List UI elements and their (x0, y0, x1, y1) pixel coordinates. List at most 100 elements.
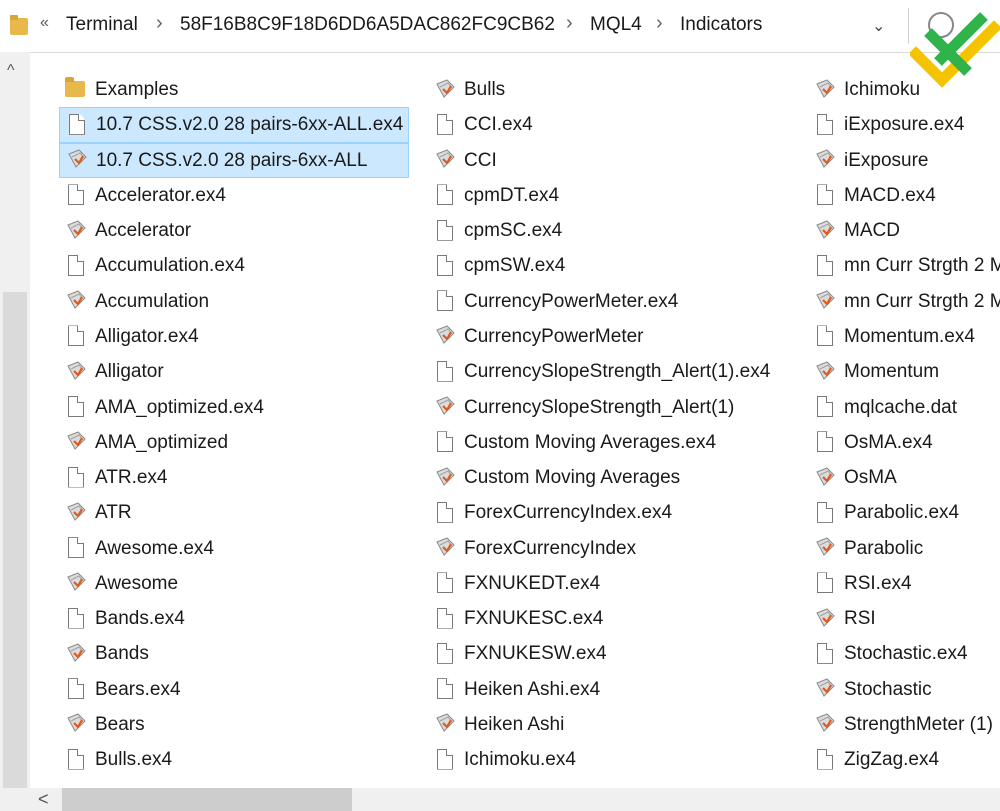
file-item[interactable]: StrengthMeter (1) (808, 707, 1000, 742)
file-icon (434, 430, 456, 454)
file-item[interactable]: Accelerator (59, 213, 409, 248)
file-icon (434, 501, 456, 525)
file-item[interactable]: AMA_optimized (59, 425, 409, 460)
file-item[interactable]: mn Curr Strgth 2 M (808, 248, 1000, 283)
file-item[interactable]: Momentum.ex4 (808, 319, 1000, 354)
file-item[interactable]: Accumulation (59, 284, 409, 319)
file-name: cpmDT.ex4 (464, 184, 560, 206)
file-icon (434, 289, 456, 313)
file-item[interactable]: Custom Moving Averages (428, 460, 798, 495)
file-item[interactable]: 10.7 CSS.v2.0 28 pairs-6xx-ALL.ex4 (59, 107, 409, 143)
file-icon (65, 607, 87, 631)
file-item[interactable]: OsMA.ex4 (808, 425, 1000, 460)
file-item[interactable]: FXNUKESW.ex4 (428, 636, 798, 671)
file-item[interactable]: Custom Moving Averages.ex4 (428, 425, 798, 460)
file-item[interactable]: Bulls (428, 72, 798, 107)
mq4-icon (434, 395, 456, 419)
file-item[interactable]: Awesome.ex4 (59, 530, 409, 565)
file-item[interactable]: cpmDT.ex4 (428, 178, 798, 213)
file-item[interactable]: Ichimoku.ex4 (428, 742, 798, 777)
file-item[interactable]: ZigZag.ex4 (808, 742, 1000, 777)
file-name: Ichimoku.ex4 (464, 749, 576, 771)
file-item[interactable]: CurrencySlopeStrength_Alert(1).ex4 (428, 354, 798, 389)
file-item[interactable]: CurrencyPowerMeter.ex4 (428, 284, 798, 319)
breadcrumb-separator-icon[interactable]: › (566, 12, 573, 35)
file-item[interactable]: iExposure.ex4 (808, 107, 1000, 142)
mq4-icon (65, 501, 87, 525)
file-item[interactable]: Examples (59, 72, 409, 107)
scrollbar-corner (0, 788, 30, 811)
file-item[interactable]: Heiken Ashi.ex4 (428, 672, 798, 707)
file-item[interactable]: Bands (59, 636, 409, 671)
file-item[interactable]: cpmSW.ex4 (428, 248, 798, 283)
file-item[interactable]: CurrencySlopeStrength_Alert(1) (428, 389, 798, 424)
file-icon (434, 360, 456, 384)
file-item[interactable]: Accumulation.ex4 (59, 248, 409, 283)
file-item[interactable]: Bears.ex4 (59, 672, 409, 707)
breadcrumb-terminal[interactable]: Terminal (66, 14, 138, 36)
vertical-scroll-thumb[interactable] (3, 292, 27, 788)
mq4-icon (814, 360, 836, 384)
file-item[interactable]: FXNUKESC.ex4 (428, 601, 798, 636)
file-icon (65, 466, 87, 490)
breadcrumb-overflow-icon[interactable]: « (40, 14, 49, 32)
file-name: Alligator.ex4 (95, 325, 199, 347)
file-item[interactable]: RSI (808, 601, 1000, 636)
file-item[interactable]: ForexCurrencyIndex.ex4 (428, 495, 798, 530)
file-name: Bulls.ex4 (95, 749, 173, 771)
file-item[interactable]: Momentum (808, 354, 1000, 389)
file-item[interactable]: CurrencyPowerMeter (428, 319, 798, 354)
breadcrumb-terminal-id[interactable]: 58F16B8C9F18D6DD6A5DAC862FC9CB62 (180, 14, 555, 36)
file-item[interactable]: ATR.ex4 (59, 460, 409, 495)
scroll-up-icon[interactable]: ^ (7, 62, 15, 80)
scroll-left-icon[interactable]: < (38, 789, 49, 810)
file-item[interactable]: 10.7 CSS.v2.0 28 pairs-6xx-ALL (59, 142, 409, 178)
file-item[interactable]: FXNUKEDT.ex4 (428, 566, 798, 601)
file-item[interactable]: Parabolic.ex4 (808, 495, 1000, 530)
file-item[interactable]: RSI.ex4 (808, 566, 1000, 601)
file-item[interactable]: mn Curr Strgth 2 M (808, 284, 1000, 319)
file-item[interactable]: ForexCurrencyIndex (428, 530, 798, 565)
mq4-icon (434, 536, 456, 560)
file-item[interactable]: mqlcache.dat (808, 389, 1000, 424)
breadcrumb-mql4[interactable]: MQL4 (590, 14, 642, 36)
file-item[interactable]: Ichimoku (808, 72, 1000, 107)
file-item[interactable]: ATR (59, 495, 409, 530)
file-item[interactable]: Bands.ex4 (59, 601, 409, 636)
file-item[interactable]: MACD (808, 213, 1000, 248)
file-item[interactable]: Alligator (59, 354, 409, 389)
file-item[interactable]: Stochastic.ex4 (808, 636, 1000, 671)
file-icon (814, 748, 836, 772)
file-item[interactable]: iExposure (808, 143, 1000, 178)
file-item[interactable]: AMA_optimized.ex4 (59, 389, 409, 424)
file-item[interactable]: OsMA (808, 460, 1000, 495)
file-icon (434, 748, 456, 772)
breadcrumb-indicators[interactable]: Indicators (680, 14, 762, 36)
file-item[interactable]: Parabolic (808, 530, 1000, 565)
file-name: RSI (844, 608, 876, 630)
file-item[interactable]: Stochastic (808, 672, 1000, 707)
file-icon (814, 183, 836, 207)
breadcrumb-separator-icon[interactable]: › (656, 12, 663, 35)
file-item[interactable]: cpmSC.ex4 (428, 213, 798, 248)
file-name: ATR (95, 502, 132, 524)
vertical-scrollbar[interactable]: ^ (0, 52, 30, 788)
file-item[interactable]: Bears (59, 707, 409, 742)
file-item[interactable]: CCI (428, 143, 798, 178)
file-name: ForexCurrencyIndex (464, 537, 637, 559)
file-name: Stochastic (844, 678, 932, 700)
file-item[interactable]: Accelerator.ex4 (59, 178, 409, 213)
horizontal-scrollbar[interactable]: < (30, 788, 1000, 811)
breadcrumb-separator-icon[interactable]: › (156, 12, 163, 35)
mq4-icon (814, 607, 836, 631)
file-item[interactable]: MACD.ex4 (808, 178, 1000, 213)
file-name: CurrencySlopeStrength_Alert(1).ex4 (464, 361, 771, 383)
horizontal-scroll-thumb[interactable] (62, 788, 352, 811)
file-item[interactable]: Bulls.ex4 (59, 742, 409, 777)
file-item[interactable]: CCI.ex4 (428, 107, 798, 142)
file-item[interactable]: Awesome (59, 566, 409, 601)
address-dropdown-icon[interactable]: ⌄ (872, 16, 885, 36)
file-item[interactable]: Alligator.ex4 (59, 319, 409, 354)
file-item[interactable]: Heiken Ashi (428, 707, 798, 742)
file-icon (434, 677, 456, 701)
